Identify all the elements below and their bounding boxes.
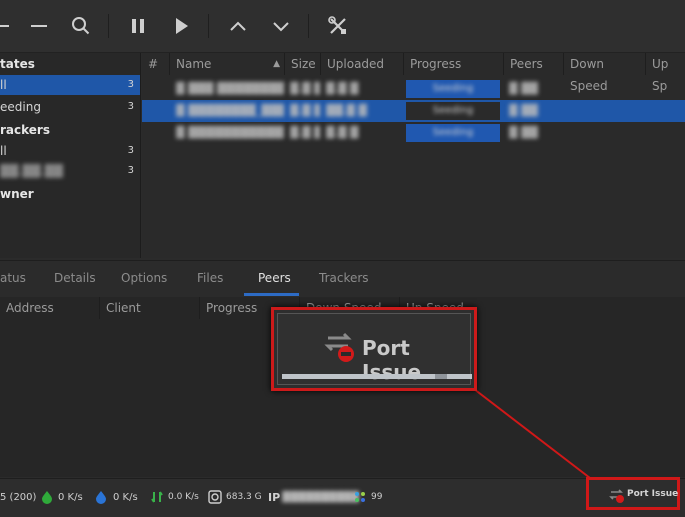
disk-space-icon: [208, 490, 222, 504]
port-issue-indicator[interactable]: Port Issue: [586, 477, 680, 510]
port-issue-zoom-bar: [282, 374, 472, 379]
protocol-traffic-value[interactable]: 0.0 K/s: [168, 492, 199, 502]
external-ip-label: IP: [268, 491, 281, 504]
status-bar: 5 (200) 0 K/s 0 K/s 0.0 K/s 683.3 G IP ▓…: [0, 478, 685, 517]
port-issue-icon: [324, 332, 354, 362]
port-issue-zoom-bar-segment: [435, 374, 447, 379]
external-ip-value[interactable]: ▓▓▓▓▓▓▓▓▓▓: [282, 492, 359, 503]
port-issue-zoom-frame: Port Issue: [277, 313, 472, 385]
port-issue-icon: [609, 489, 624, 503]
download-speed-icon: [40, 490, 54, 504]
disk-space-value[interactable]: 683.3 G: [226, 492, 262, 502]
connections-count[interactable]: 5 (200): [0, 492, 36, 503]
port-issue-zoom-callout: Port Issue: [271, 307, 477, 391]
protocol-traffic-icon: [150, 490, 164, 504]
dht-nodes-value[interactable]: 99: [371, 492, 382, 502]
dht-nodes-icon: [353, 490, 367, 504]
download-speed-value[interactable]: 0 K/s: [58, 492, 83, 503]
port-issue-label: Port Issue: [627, 489, 679, 499]
upload-speed-value[interactable]: 0 K/s: [113, 492, 138, 503]
callout-connector: [473, 388, 591, 479]
upload-speed-icon: [94, 490, 108, 504]
